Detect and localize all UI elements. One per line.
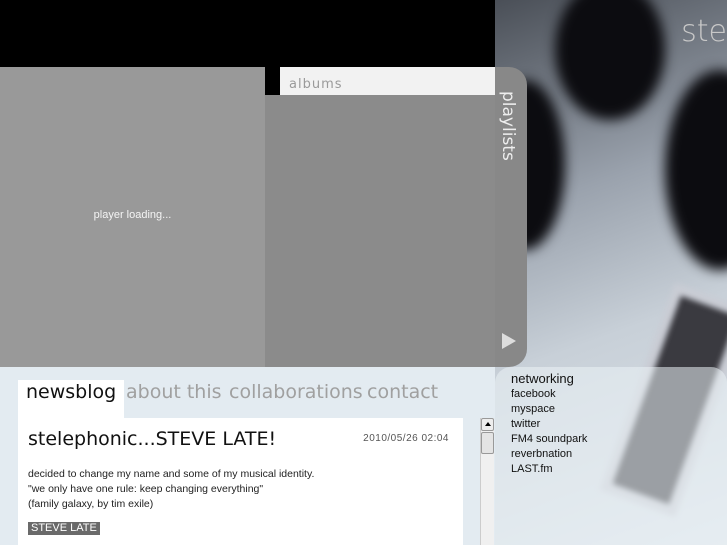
post-line: "we only have one rule: keep changing ev… [28, 483, 264, 495]
playlists-label: playlists [498, 91, 518, 161]
link-fm4-soundpark[interactable]: FM4 soundpark [511, 432, 711, 447]
scrollbar[interactable] [480, 418, 494, 545]
top-bar [0, 0, 495, 67]
link-twitter[interactable]: twitter [511, 417, 711, 432]
blog-post: stelephonic...STEVE LATE! 2010/05/26 02:… [18, 418, 463, 545]
music-player[interactable]: player loading... [0, 67, 265, 367]
albums-tab[interactable]: albums [280, 67, 495, 95]
post-date: 2010/05/26 02:04 [363, 433, 449, 444]
albums-panel [265, 95, 495, 367]
link-myspace[interactable]: myspace [511, 402, 711, 417]
tab-about-this[interactable]: about this [118, 380, 230, 418]
playlists-tab[interactable]: playlists [495, 67, 527, 367]
link-lastfm[interactable]: LAST.fm [511, 462, 711, 477]
networking-panel: networking facebook myspace twitter FM4 … [495, 367, 727, 545]
link-reverbnation[interactable]: reverbnation [511, 447, 711, 462]
networking-heading: networking [511, 371, 574, 386]
post-body: decided to change my name and some of my… [28, 467, 453, 512]
player-status: player loading... [93, 209, 172, 221]
play-arrow-icon[interactable] [502, 333, 516, 349]
tab-contact[interactable]: contact [359, 380, 446, 418]
post-line: (family galaxy, by tim exile) [28, 498, 154, 510]
post-line: decided to change my name and some of my… [28, 468, 315, 480]
scroll-up-arrow-icon[interactable] [481, 418, 494, 431]
scroll-thumb[interactable] [481, 432, 494, 454]
link-facebook[interactable]: facebook [511, 387, 711, 402]
tab-collaborations[interactable]: collaborations [221, 380, 371, 418]
post-tag[interactable]: STEVE LATE [28, 522, 100, 535]
site-logo[interactable]: ste [681, 14, 727, 49]
tab-newsblog[interactable]: newsblog [18, 380, 125, 418]
